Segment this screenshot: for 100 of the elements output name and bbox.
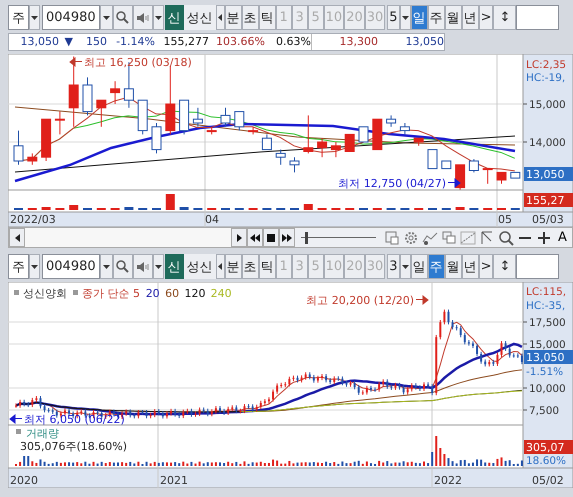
stock-name: 성신 (184, 5, 216, 30)
dropdown-button[interactable] (152, 254, 164, 279)
unit-tab[interactable]: 일 (410, 254, 428, 279)
code-field[interactable]: 004980 (42, 254, 100, 279)
legend-label: 종가 단순 5 (82, 287, 140, 300)
dropdown-button[interactable] (400, 254, 411, 279)
input-field[interactable] (516, 254, 560, 279)
price-badge: 13,050 (524, 167, 573, 181)
candlestick (303, 114, 314, 154)
interval-button: 30 (364, 254, 386, 279)
next-button[interactable]: > (478, 5, 494, 30)
mode-button[interactable]: 틱 (258, 254, 276, 279)
candlestick (276, 149, 286, 166)
axis-label: -1.51% (526, 366, 564, 378)
candlestick (220, 107, 230, 128)
time-axis-label: 05/03 (532, 213, 564, 226)
caret-icon (31, 16, 38, 20)
volume-value: 305,076주(18.60%) (20, 440, 128, 453)
interval-button: 5 (308, 254, 324, 279)
dropdown-button[interactable] (100, 254, 113, 279)
caret-icon (402, 264, 409, 268)
left-triangle-icon (218, 14, 222, 21)
unit-tab[interactable]: 일 (410, 5, 428, 30)
candlestick (152, 122, 162, 154)
dropdown-button[interactable] (152, 5, 164, 30)
mode-button[interactable]: 분 (224, 254, 242, 279)
sound-button[interactable] (132, 5, 153, 30)
unit-tab[interactable]: 월 (444, 5, 462, 30)
count-field[interactable]: 3 (387, 254, 400, 279)
quote-value: 13,300 (338, 35, 378, 49)
market-field[interactable]: 주 (8, 254, 29, 279)
candlestick (14, 130, 24, 166)
quote-value: 155,277 (162, 35, 209, 49)
candlestick (110, 80, 120, 104)
resize-button[interactable]: ↕ (493, 5, 516, 30)
unit-tab[interactable]: 월 (444, 254, 462, 279)
dropdown-button[interactable] (29, 254, 40, 279)
unit-tab[interactable]: 주 (428, 5, 445, 30)
market-field[interactable]: 주 (8, 5, 29, 30)
mode-button[interactable]: 초 (242, 254, 259, 279)
sound-button[interactable] (132, 254, 153, 279)
legend-label: 20 (146, 287, 160, 300)
axis-label: HC:-35, (526, 300, 566, 312)
candlestick (482, 168, 493, 184)
interval-button: 10 (324, 5, 344, 30)
mode-button[interactable]: 틱 (258, 5, 276, 30)
annotation-label: 최고 16,250 (03/18) (84, 56, 192, 69)
axis-label: HC:-19, (526, 72, 566, 84)
next-button[interactable]: > (478, 254, 494, 279)
legend-label: 240 (210, 287, 232, 300)
listing-badge: 신 (164, 254, 184, 279)
count-field[interactable]: 5 (387, 5, 400, 30)
dropdown-button[interactable] (29, 5, 40, 30)
left-triangle-icon (218, 263, 222, 270)
axis-label: 14,000 (529, 137, 566, 149)
time-axis-label: 2020 (10, 474, 38, 487)
unit-tab[interactable]: 년 (462, 5, 479, 30)
candlestick (82, 76, 92, 116)
mode-button[interactable]: 초 (242, 5, 259, 30)
axis-label: 10,000 (529, 383, 566, 395)
volume-badge: 155,27 (524, 193, 573, 207)
time-axis-label: 2022/03 (10, 213, 56, 226)
speaker-icon (136, 12, 150, 24)
quote-value: 13,050 (404, 35, 444, 49)
arrow-icon (10, 414, 22, 424)
legend-label: 120 (184, 287, 206, 300)
legend-label: 60 (165, 287, 180, 300)
candlestick (27, 152, 38, 166)
interval-button: 10 (324, 254, 344, 279)
legend-label: 성신양회 (23, 287, 67, 300)
legend-marker-icon (16, 429, 21, 434)
quote-value: ▼ (64, 35, 73, 49)
candlestick (428, 149, 438, 170)
dropdown-button[interactable] (400, 5, 411, 30)
search-button[interactable] (112, 5, 133, 30)
volume-badge: 305,07 (524, 440, 573, 454)
candlestick (179, 100, 190, 135)
search-button[interactable] (112, 254, 133, 279)
interval-button: 5 (308, 5, 324, 30)
volume-bar (42, 207, 51, 210)
annotation-label: 최저 12,750 (04/27) (338, 177, 446, 190)
dropdown-button[interactable] (100, 5, 113, 30)
candlestick (455, 164, 466, 190)
unit-tab[interactable]: 주 (428, 254, 445, 279)
candlestick (262, 134, 272, 150)
unit-tab[interactable]: 년 (462, 254, 479, 279)
caret-icon (102, 264, 110, 268)
code-field[interactable]: 004980 (42, 5, 100, 30)
resize-button[interactable]: ↕ (493, 254, 516, 279)
time-axis-label: 2021 (160, 474, 188, 487)
axis-label: 15,000 (529, 99, 566, 111)
axis-label: LC:115, (526, 286, 566, 298)
candlestick (96, 100, 106, 128)
input-field[interactable] (516, 5, 560, 30)
axis-label: 17,500 (529, 317, 566, 329)
candlestick (317, 138, 328, 158)
interval-button: 20 (344, 254, 365, 279)
mode-button[interactable]: 분 (224, 5, 242, 30)
stock-name: 성신 (184, 254, 216, 279)
interval-button: 3 (292, 254, 308, 279)
